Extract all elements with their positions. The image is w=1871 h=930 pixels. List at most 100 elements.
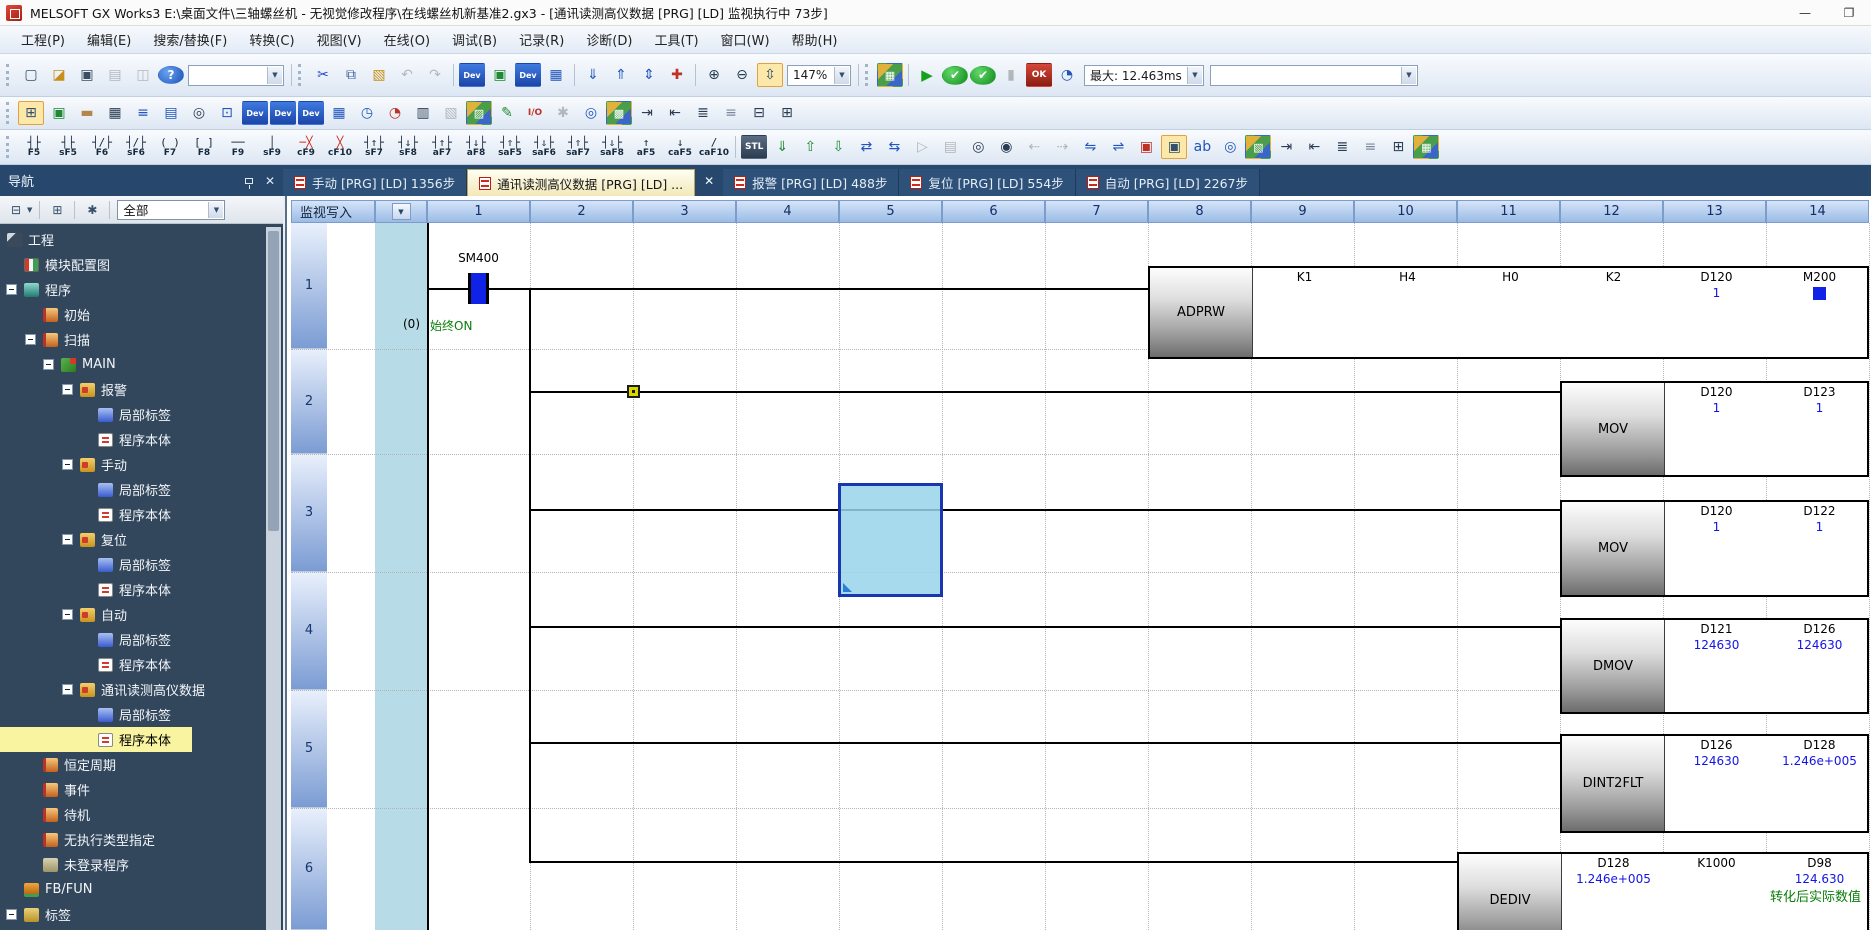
operand-label[interactable]: K2 (1562, 270, 1665, 284)
instruction-box[interactable]: ADPRW (1150, 268, 1253, 357)
label-edit-icon[interactable]: ✎ (494, 101, 520, 125)
application-instruction-button[interactable]: [ ] F8 (187, 133, 221, 161)
instruction-block[interactable]: MOV D120 1 D122 1 (1560, 500, 1869, 597)
tree-item[interactable]: 报警 (0, 377, 264, 402)
tree-item[interactable]: 程序本体 (0, 727, 264, 752)
document-tab[interactable]: 手动 [PRG] [LD] 1356步 (283, 169, 467, 196)
menu-item[interactable]: 搜索/替换(F) (142, 26, 238, 53)
open-contact-button[interactable]: ┤├ F5 (17, 133, 51, 161)
close-panel-icon[interactable]: ✕ (265, 174, 275, 188)
menu-item[interactable]: 记录(R) (508, 26, 575, 53)
device-test-icon[interactable]: ⇓ (769, 135, 795, 159)
program-list-icon[interactable]: ≡ (130, 101, 156, 125)
document-tab[interactable]: 自动 [PRG] [LD] 2267步 (1076, 169, 1260, 196)
vertical-line-button[interactable]: │ sF9 (255, 133, 289, 161)
options-icon[interactable]: ▦ (1413, 135, 1439, 159)
device-search-icon[interactable]: ◎ (578, 101, 604, 125)
watch-window-icon[interactable]: ▦ (543, 63, 569, 87)
instruction-box[interactable]: DMOV (1562, 620, 1665, 712)
copy-icon[interactable]: ⧉ (338, 63, 364, 87)
operand-label[interactable]: K1 (1253, 270, 1356, 284)
tree-item[interactable]: 扫描 (0, 327, 264, 352)
quick-find-combo[interactable]: ▼ (188, 65, 284, 86)
change-current-value-icon[interactable]: ⇄ (853, 135, 879, 159)
delete-vertical-line-button[interactable]: ╳ cF10 (323, 133, 357, 161)
new-project-icon[interactable]: ▢ (18, 63, 44, 87)
tree-item[interactable]: 局部标签 (0, 552, 264, 577)
tree-item[interactable]: 程序本体 (0, 502, 264, 527)
tree-expand-icon[interactable] (6, 284, 17, 295)
window-tile-icon[interactable]: ⊟ (746, 101, 772, 125)
window-cascade-icon[interactable]: ⊞ (774, 101, 800, 125)
cut-icon[interactable]: ✂ (310, 63, 336, 87)
ladder-grid[interactable]: SM400 (0) 始终ON ADPRW K1 H4 H0 K2 D120 1 … (287, 223, 1871, 930)
watch-target-combo[interactable]: ▼ (1210, 65, 1418, 86)
operand-label[interactable]: M200 (1768, 270, 1871, 284)
operand-label[interactable]: D126 (1665, 738, 1768, 752)
device-batch-monitor-icon[interactable]: Dev (515, 63, 541, 87)
chevron-down-icon[interactable]: ▼ (27, 206, 32, 214)
toolbar-grip[interactable] (865, 64, 872, 86)
tree-expand-icon[interactable] (43, 359, 54, 370)
read-from-plc-icon[interactable]: ⇑ (608, 63, 634, 87)
toolbar-grip[interactable] (6, 136, 13, 158)
tree-item[interactable]: 局部标签 (0, 702, 264, 727)
menu-item[interactable]: 转换(C) (238, 26, 305, 53)
zoom-fit-icon[interactable]: ⇳ (757, 63, 783, 87)
device-batch-monitor-2-icon[interactable]: Dev (270, 101, 296, 125)
tree-collapse-icon[interactable]: ⊟ (6, 200, 26, 220)
tree-item[interactable]: 无执行类型指定 (0, 827, 264, 852)
monitor-status-icon[interactable]: ▣ (46, 101, 72, 125)
simulation-stop-icon[interactable]: ▮ (998, 63, 1024, 87)
tab-close-icon[interactable]: ✕ (704, 165, 714, 196)
device-find-next-icon[interactable]: ◎ (1217, 135, 1243, 159)
operand-label[interactable]: D120 (1665, 385, 1768, 399)
scan-time-clock-icon[interactable]: ◔ (1054, 63, 1080, 87)
operand-label[interactable]: D98 (1768, 856, 1871, 870)
instruction-box[interactable]: MOV (1562, 502, 1665, 595)
instruction-block[interactable]: ADPRW K1 H4 H0 K2 D120 1 M200 (1148, 266, 1869, 359)
undo-icon[interactable]: ↶ (394, 63, 420, 87)
help-icon[interactable]: ? (158, 66, 184, 84)
monitor-write-mode-icon[interactable]: ▣ (1161, 135, 1187, 159)
close-branch-button[interactable]: ┤/├ sF6 (119, 133, 153, 161)
menu-item[interactable]: 工程(P) (10, 26, 76, 53)
operand-label[interactable]: D128 (1562, 856, 1665, 870)
operand-label[interactable]: H4 (1356, 270, 1459, 284)
tree-item[interactable]: 通讯读测高仪数据 (0, 677, 264, 702)
operand-label[interactable]: D120 (1665, 270, 1768, 284)
operand-label[interactable]: H0 (1459, 270, 1562, 284)
zoom-level-combo[interactable]: 147%▼ (787, 65, 851, 86)
monitor-ok-icon[interactable]: OK (1026, 63, 1052, 87)
module-list-icon[interactable]: ▥ (410, 101, 436, 125)
falling-pulse-branch-button[interactable]: ┤⇓├ saF6 (527, 133, 561, 161)
document-tab[interactable]: 复位 [PRG] [LD] 554步 (899, 169, 1075, 196)
watch-table-icon[interactable]: ▦ (326, 101, 352, 125)
statement-insert-icon[interactable]: ⇥ (634, 101, 660, 125)
falling-pulse-close-button[interactable]: ┤↓├ aF8 (459, 133, 493, 161)
tree-expand-icon[interactable] (62, 459, 73, 470)
tree-filter-combo[interactable]: 全部 ▼ (117, 200, 225, 220)
convert-complete-icon[interactable]: ✔ (942, 66, 968, 85)
instruction-block[interactable]: DINT2FLT D126 124630 D128 1.246e+005 (1560, 734, 1869, 833)
operand-label[interactable]: D128 (1768, 738, 1871, 752)
operand-label[interactable]: D123 (1768, 385, 1871, 399)
chevron-down-icon[interactable]: ▼ (1187, 67, 1202, 84)
chevron-down-icon[interactable]: ▼ (834, 67, 849, 84)
forced-io-icon[interactable]: ✱ (550, 101, 576, 125)
menu-item[interactable]: 视图(V) (306, 26, 373, 53)
tree-item[interactable]: 程序本体 (0, 577, 264, 602)
verify-with-plc-icon[interactable]: ⇕ (636, 63, 662, 87)
bookmark-icon[interactable]: ⊞ (1385, 135, 1411, 159)
tree-expand-icon[interactable] (62, 384, 73, 395)
batch-replace-icon[interactable]: ▧ (1245, 135, 1271, 159)
device-batch-monitor-1-icon[interactable]: Dev (242, 101, 268, 125)
next-device-icon[interactable]: ⇢ (1049, 135, 1075, 159)
save-project-icon[interactable]: ▣ (74, 63, 100, 87)
delete-row-icon[interactable]: ⇤ (1301, 135, 1327, 159)
program-check-icon[interactable]: ▦ (877, 63, 903, 87)
stopwatch-icon[interactable]: ◷ (354, 101, 380, 125)
forced-on-icon[interactable]: ⇧ (797, 135, 823, 159)
find-contact-icon[interactable]: ◎ (965, 135, 991, 159)
operand-label[interactable]: D126 (1768, 622, 1871, 636)
